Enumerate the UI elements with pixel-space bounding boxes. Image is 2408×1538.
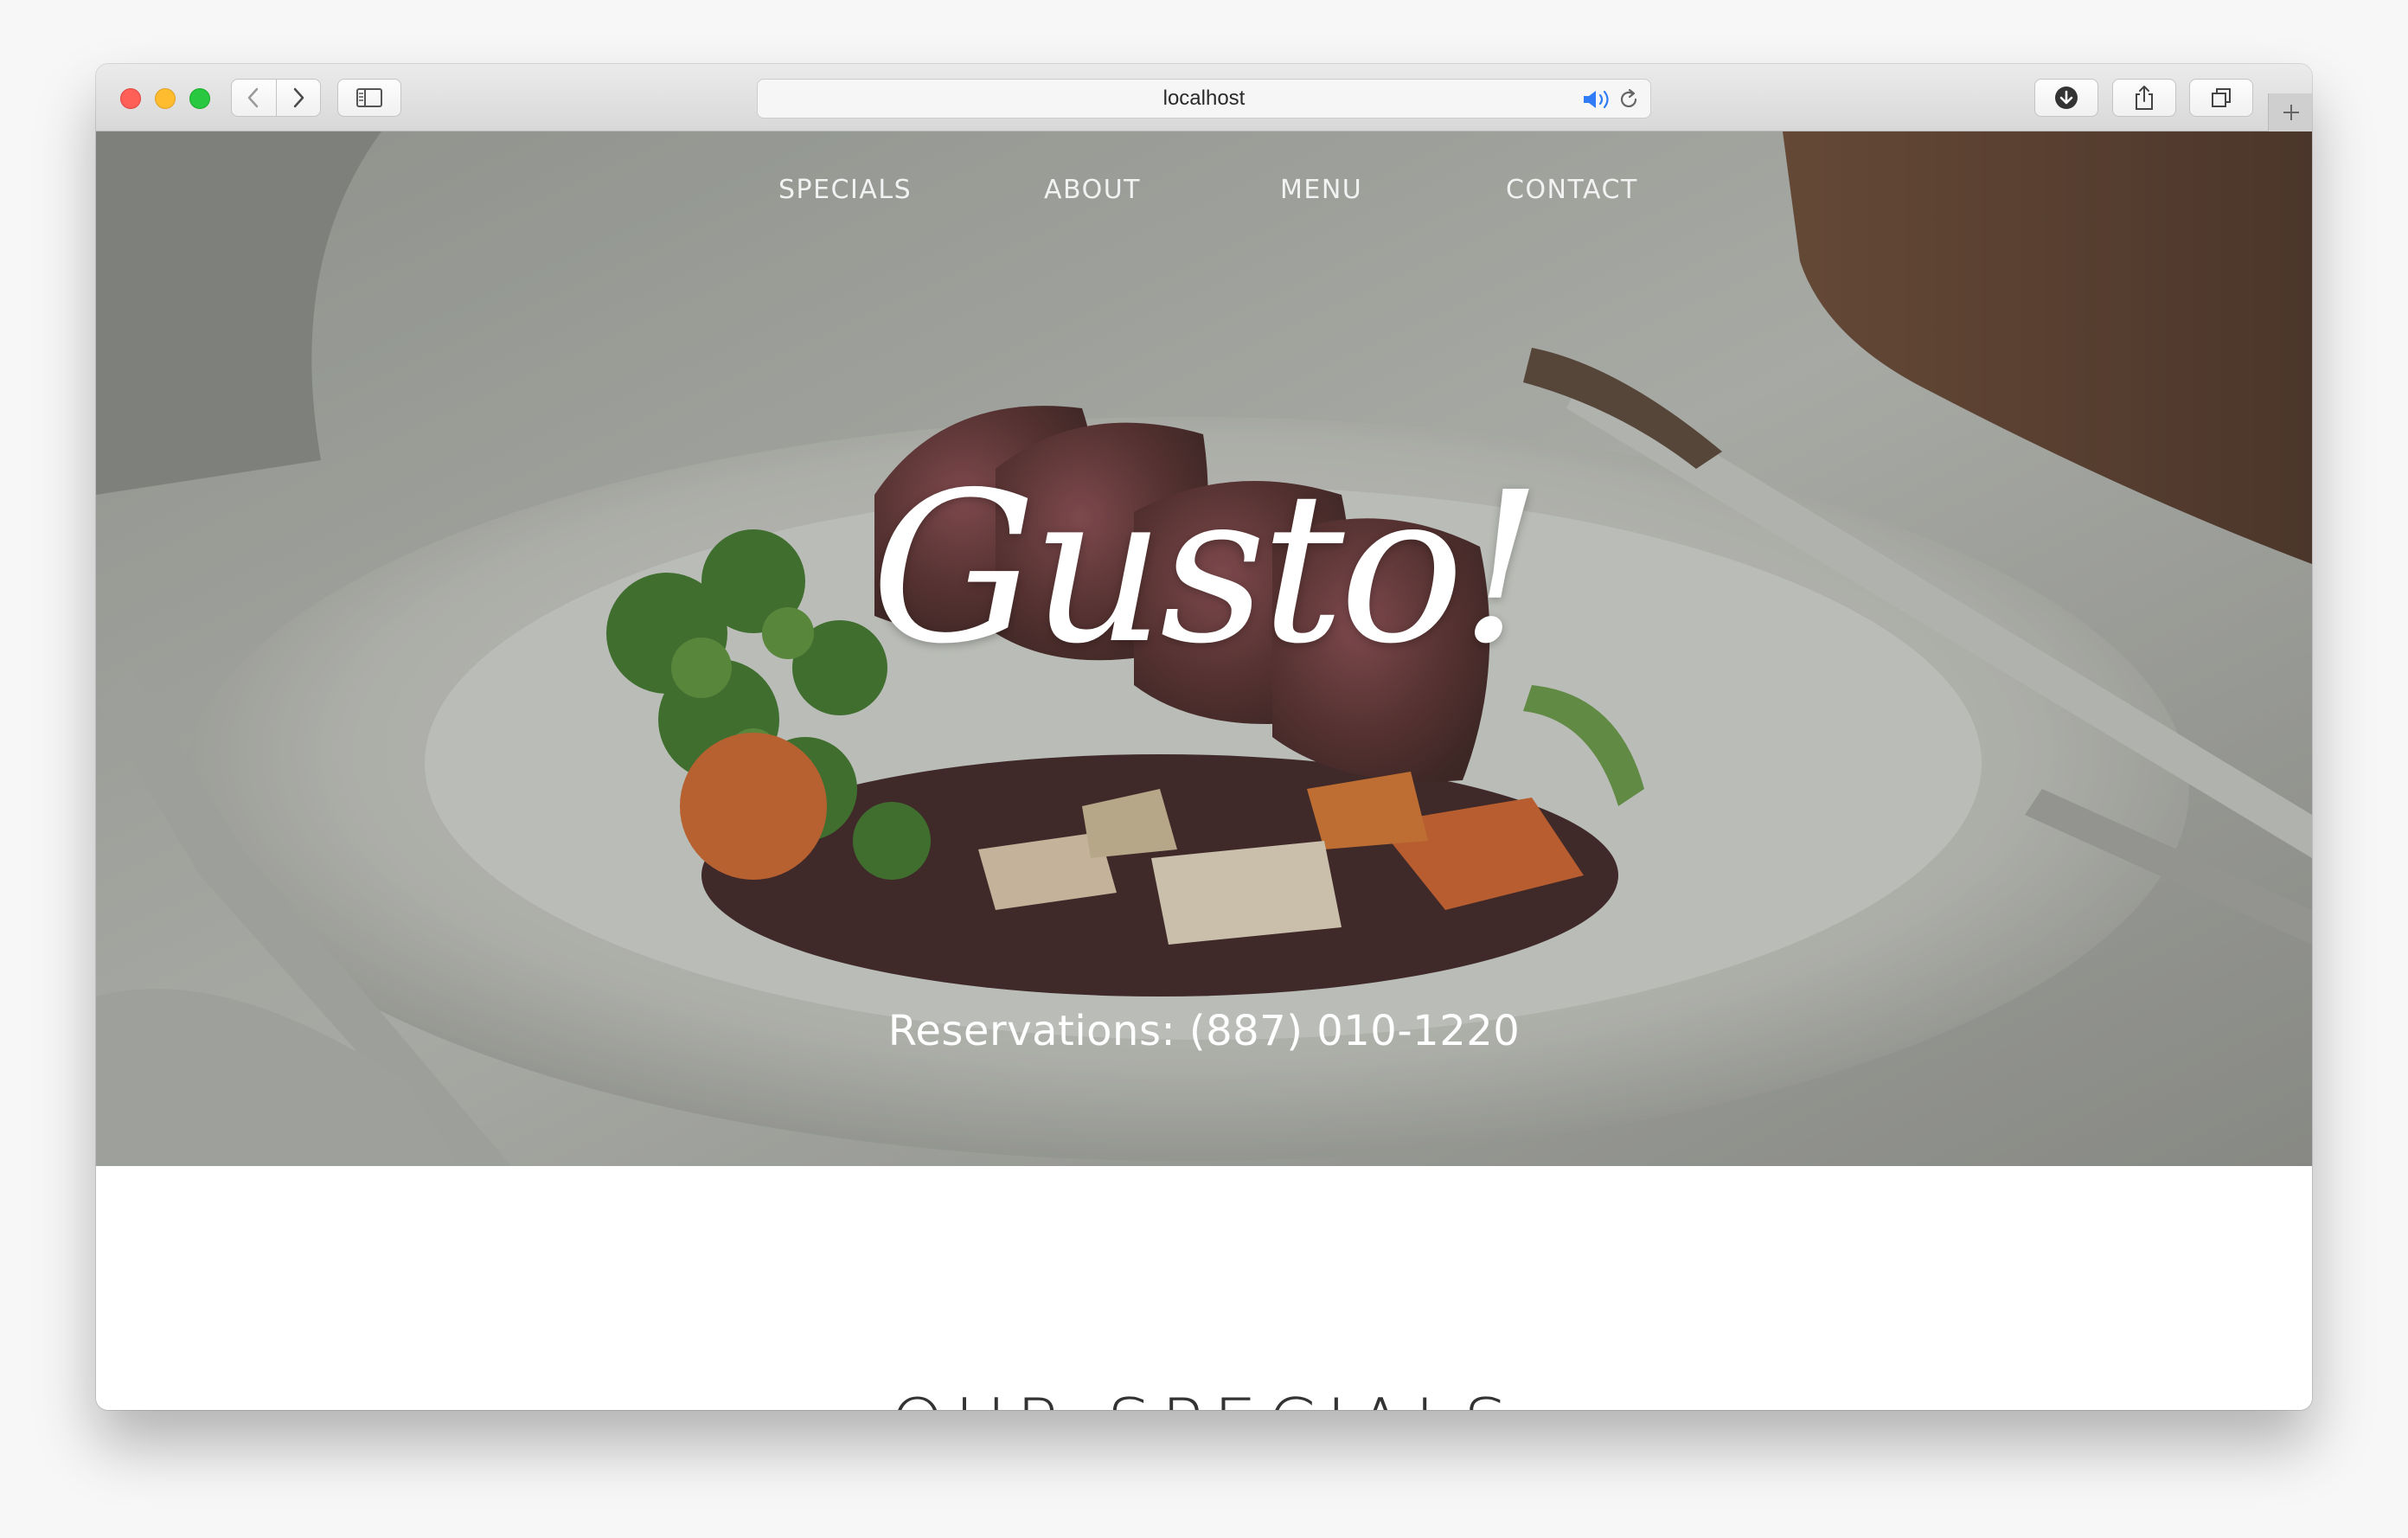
hero-section: SPECIALS ABOUT MENU CONTACT Gusto! Reser… <box>96 131 2312 1166</box>
share-icon <box>2136 86 2153 110</box>
address-bar[interactable]: localhost <box>757 79 1651 119</box>
plus-icon <box>2283 105 2299 120</box>
site-navigation: SPECIALS ABOUT MENU CONTACT <box>96 175 2312 218</box>
reload-icon[interactable] <box>1617 88 1640 111</box>
tabs-icon <box>2212 88 2231 107</box>
new-tab-button[interactable] <box>2268 93 2312 131</box>
close-window-button[interactable] <box>120 88 141 109</box>
sidebar-toggle-button[interactable] <box>337 79 401 117</box>
minimize-window-button[interactable] <box>155 88 176 109</box>
download-icon <box>2055 87 2078 109</box>
nav-link-menu[interactable]: MENU <box>1280 175 1362 205</box>
tab-overview-button[interactable] <box>2189 79 2253 117</box>
nav-link-contact[interactable]: CONTACT <box>1506 175 1638 205</box>
forward-button[interactable] <box>275 80 321 116</box>
share-button[interactable] <box>2112 79 2176 117</box>
sidebar-icon <box>356 88 382 107</box>
reservations-phone: Reservations: (887) 010-1220 <box>887 1007 1521 1055</box>
zoom-window-button[interactable] <box>189 88 210 109</box>
browser-toolbar: localhost <box>96 64 2312 131</box>
downloads-button[interactable] <box>2034 79 2098 117</box>
page-viewport[interactable]: SPECIALS ABOUT MENU CONTACT Gusto! Reser… <box>96 131 2312 1410</box>
speaker-icon[interactable] <box>1581 88 1612 111</box>
nav-link-about[interactable]: ABOUT <box>1044 175 1141 205</box>
chevron-left-icon <box>248 87 259 108</box>
chevron-right-icon <box>293 87 304 108</box>
history-nav-group <box>231 79 321 117</box>
specials-heading: OUR SPECIALS <box>96 1384 2312 1410</box>
browser-window: localhost SPECIALS ABOUT MENU CONTACT Gu… <box>96 64 2312 1410</box>
brand-title: Gusto! <box>870 447 1543 689</box>
nav-link-specials[interactable]: SPECIALS <box>778 175 912 205</box>
back-button[interactable] <box>232 80 276 116</box>
address-text: localhost <box>1162 87 1246 110</box>
